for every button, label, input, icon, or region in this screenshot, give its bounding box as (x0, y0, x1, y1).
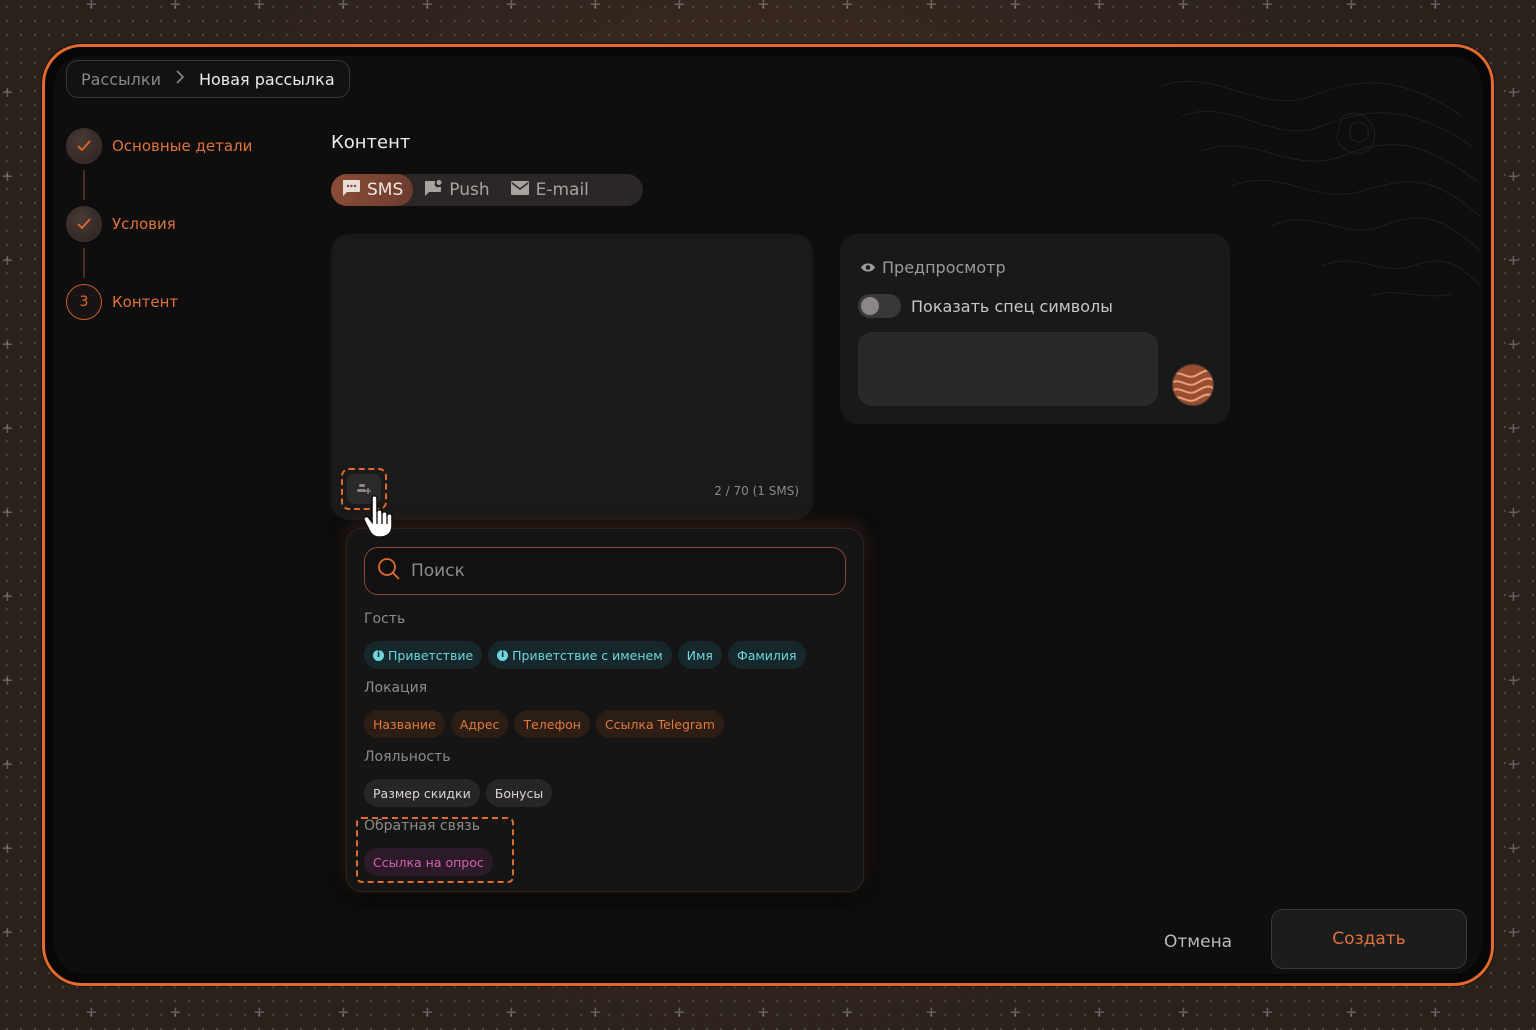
hand-cursor-icon (363, 494, 393, 538)
step-label: Контент (112, 293, 179, 311)
variable-search (364, 547, 846, 595)
section-title: Контент (331, 132, 411, 153)
app-window: Рассылки Новая рассылка Основные детали … (54, 56, 1482, 974)
search-icon (377, 557, 401, 585)
toggle-label: Показать спец символы (911, 296, 1113, 316)
breadcrumb-current: Новая рассылка (198, 69, 335, 89)
special-chars-toggle[interactable] (858, 294, 901, 318)
variables-dropdown: Гость iПриветствие iПриветствие с именем… (346, 528, 864, 892)
step-connector (83, 248, 85, 278)
chevron-right-icon (175, 70, 185, 88)
step-content[interactable]: 3 Контент (66, 282, 252, 322)
group-loyalty: Лояльность Размер скидки Бонусы (364, 749, 553, 807)
chip-address[interactable]: Адрес (450, 710, 509, 738)
info-icon: i (373, 649, 384, 661)
check-icon (66, 128, 102, 164)
chip-greeting[interactable]: i Приветствие (364, 641, 483, 669)
chip-first-name[interactable]: Имя (677, 641, 722, 669)
step-connector (83, 170, 85, 200)
preview-panel: Предпросмотр Показать спец символы (840, 234, 1230, 424)
step-label: Основные детали (112, 137, 253, 155)
character-counter: 2 / 70 (1 SMS) (714, 484, 799, 498)
special-chars-row: Показать спец символы (858, 294, 1113, 318)
preview-message-bubble (858, 332, 1158, 406)
group-title: Гость (364, 611, 406, 627)
email-icon (510, 180, 530, 201)
tab-email[interactable]: E-mail (500, 174, 599, 206)
avatar (1172, 364, 1214, 406)
search-input[interactable] (411, 561, 811, 581)
breadcrumb: Рассылки Новая рассылка (66, 60, 350, 98)
eye-icon (860, 258, 876, 277)
info-icon: i (497, 649, 509, 661)
stepper: Основные детали Условия 3 Контент (66, 126, 252, 322)
group-location: Локация Название Адрес Телефон Ссылка Te… (364, 680, 724, 738)
toggle-knob (861, 297, 879, 315)
chip-phone[interactable]: Телефон (514, 710, 590, 738)
breadcrumb-parent-link[interactable]: Рассылки (81, 70, 161, 89)
group-title: Обратная связь (364, 818, 480, 834)
channel-tabs: SMS Push E-mail (331, 174, 643, 206)
step-label: Условия (112, 215, 176, 233)
push-icon (423, 179, 443, 202)
group-title: Локация (364, 680, 428, 696)
group-title: Лояльность (364, 749, 451, 765)
message-editor[interactable]: 2 / 70 (1 SMS) (331, 234, 813, 520)
tab-sms[interactable]: SMS (331, 174, 414, 206)
preview-title: Предпросмотр (860, 258, 1006, 277)
chip-telegram-link[interactable]: Ссылка Telegram (595, 710, 724, 738)
chip-discount-size[interactable]: Размер скидки (364, 779, 480, 807)
cancel-button[interactable]: Отмена (1164, 932, 1232, 952)
step-basic-details[interactable]: Основные детали (66, 126, 252, 166)
tab-push[interactable]: Push (413, 174, 499, 206)
group-feedback: Обратная связь Ссылка на опрос (364, 818, 493, 876)
device-frame: Рассылки Новая рассылка Основные детали … (42, 44, 1494, 986)
chip-location-name[interactable]: Название (364, 710, 445, 738)
step-conditions[interactable]: Условия (66, 204, 252, 244)
chip-survey-link[interactable]: Ссылка на опрос (364, 848, 493, 876)
sms-icon (341, 179, 361, 202)
chip-greeting-with-name[interactable]: i Приветствие с именем (488, 641, 672, 669)
create-button[interactable]: Создать (1271, 909, 1467, 969)
chip-bonuses[interactable]: Бонусы (485, 779, 553, 807)
check-icon (66, 206, 102, 242)
step-number: 3 (66, 284, 102, 320)
group-guest: Гость i Приветствие i Приветствие с именем… (364, 611, 806, 669)
chip-last-name[interactable]: Фамилия (727, 641, 806, 669)
